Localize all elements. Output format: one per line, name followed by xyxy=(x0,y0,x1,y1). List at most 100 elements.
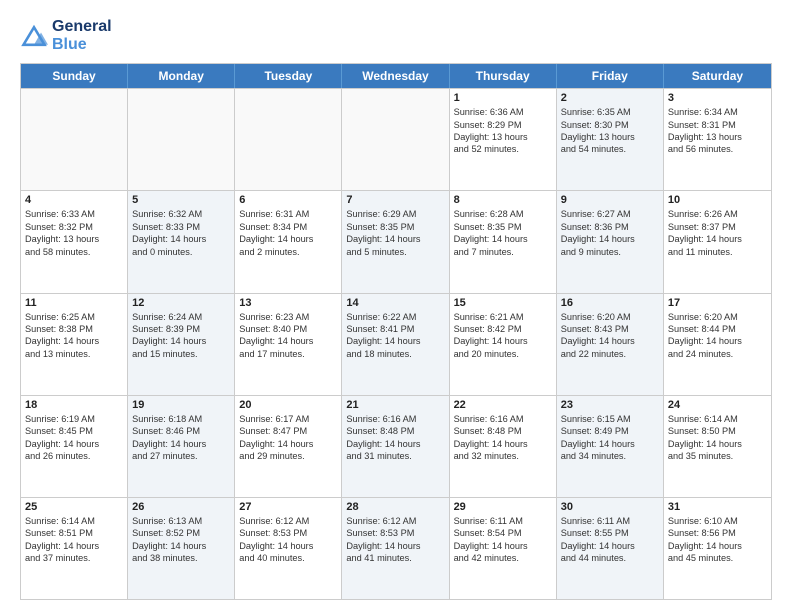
daylight-text-1: Daylight: 13 hours xyxy=(668,131,767,143)
sunrise-text: Sunrise: 6:27 AM xyxy=(561,208,659,220)
daylight-text-2: and 34 minutes. xyxy=(561,450,659,462)
day-number: 2 xyxy=(561,92,659,104)
sunrise-text: Sunrise: 6:24 AM xyxy=(132,311,230,323)
sunset-text: Sunset: 8:37 PM xyxy=(668,221,767,233)
sunrise-text: Sunrise: 6:33 AM xyxy=(25,208,123,220)
sunrise-text: Sunrise: 6:11 AM xyxy=(454,515,552,527)
sunset-text: Sunset: 8:48 PM xyxy=(346,425,444,437)
calendar-cell: 12Sunrise: 6:24 AMSunset: 8:39 PMDayligh… xyxy=(128,294,235,395)
sunset-text: Sunset: 8:41 PM xyxy=(346,323,444,335)
sunrise-text: Sunrise: 6:16 AM xyxy=(346,413,444,425)
calendar-cell xyxy=(235,89,342,190)
calendar-cell xyxy=(128,89,235,190)
sunset-text: Sunset: 8:35 PM xyxy=(346,221,444,233)
day-number: 11 xyxy=(25,297,123,309)
sunset-text: Sunset: 8:46 PM xyxy=(132,425,230,437)
sunset-text: Sunset: 8:49 PM xyxy=(561,425,659,437)
daylight-text-2: and 17 minutes. xyxy=(239,348,337,360)
daylight-text-2: and 45 minutes. xyxy=(668,552,767,564)
sunset-text: Sunset: 8:45 PM xyxy=(25,425,123,437)
sunrise-text: Sunrise: 6:19 AM xyxy=(25,413,123,425)
calendar-cell: 17Sunrise: 6:20 AMSunset: 8:44 PMDayligh… xyxy=(664,294,771,395)
sunset-text: Sunset: 8:29 PM xyxy=(454,119,552,131)
daylight-text-2: and 31 minutes. xyxy=(346,450,444,462)
sunrise-text: Sunrise: 6:20 AM xyxy=(561,311,659,323)
day-number: 25 xyxy=(25,501,123,513)
daylight-text-2: and 40 minutes. xyxy=(239,552,337,564)
daylight-text-1: Daylight: 13 hours xyxy=(561,131,659,143)
sunset-text: Sunset: 8:53 PM xyxy=(239,527,337,539)
calendar-cell: 28Sunrise: 6:12 AMSunset: 8:53 PMDayligh… xyxy=(342,498,449,599)
day-number: 3 xyxy=(668,92,767,104)
daylight-text-1: Daylight: 14 hours xyxy=(132,540,230,552)
daylight-text-2: and 22 minutes. xyxy=(561,348,659,360)
daylight-text-1: Daylight: 14 hours xyxy=(668,233,767,245)
daylight-text-1: Daylight: 14 hours xyxy=(454,335,552,347)
sunrise-text: Sunrise: 6:32 AM xyxy=(132,208,230,220)
daylight-text-2: and 29 minutes. xyxy=(239,450,337,462)
calendar-cell: 9Sunrise: 6:27 AMSunset: 8:36 PMDaylight… xyxy=(557,191,664,292)
daylight-text-1: Daylight: 14 hours xyxy=(668,540,767,552)
calendar-cell: 13Sunrise: 6:23 AMSunset: 8:40 PMDayligh… xyxy=(235,294,342,395)
calendar-cell: 11Sunrise: 6:25 AMSunset: 8:38 PMDayligh… xyxy=(21,294,128,395)
daylight-text-2: and 42 minutes. xyxy=(454,552,552,564)
header-day-tuesday: Tuesday xyxy=(235,64,342,88)
calendar-cell: 27Sunrise: 6:12 AMSunset: 8:53 PMDayligh… xyxy=(235,498,342,599)
sunrise-text: Sunrise: 6:22 AM xyxy=(346,311,444,323)
calendar-cell: 22Sunrise: 6:16 AMSunset: 8:48 PMDayligh… xyxy=(450,396,557,497)
sunset-text: Sunset: 8:31 PM xyxy=(668,119,767,131)
daylight-text-1: Daylight: 14 hours xyxy=(346,438,444,450)
calendar-header: SundayMondayTuesdayWednesdayThursdayFrid… xyxy=(21,64,771,88)
daylight-text-2: and 24 minutes. xyxy=(668,348,767,360)
day-number: 4 xyxy=(25,194,123,206)
day-number: 13 xyxy=(239,297,337,309)
sunrise-text: Sunrise: 6:26 AM xyxy=(668,208,767,220)
sunset-text: Sunset: 8:53 PM xyxy=(346,527,444,539)
calendar-cell: 19Sunrise: 6:18 AMSunset: 8:46 PMDayligh… xyxy=(128,396,235,497)
daylight-text-1: Daylight: 14 hours xyxy=(346,233,444,245)
sunrise-text: Sunrise: 6:14 AM xyxy=(668,413,767,425)
header-day-thursday: Thursday xyxy=(450,64,557,88)
daylight-text-2: and 41 minutes. xyxy=(346,552,444,564)
calendar-cell: 21Sunrise: 6:16 AMSunset: 8:48 PMDayligh… xyxy=(342,396,449,497)
sunset-text: Sunset: 8:48 PM xyxy=(454,425,552,437)
calendar-cell: 31Sunrise: 6:10 AMSunset: 8:56 PMDayligh… xyxy=(664,498,771,599)
calendar-row-1: 1Sunrise: 6:36 AMSunset: 8:29 PMDaylight… xyxy=(21,88,771,190)
calendar-cell: 3 Sunrise: 6:34 AMSunset: 8:31 PMDaylight… xyxy=(664,89,771,190)
sunrise-text: Sunrise: 6:21 AM xyxy=(454,311,552,323)
sunset-text: Sunset: 8:55 PM xyxy=(561,527,659,539)
day-number: 5 xyxy=(132,194,230,206)
daylight-text-1: Daylight: 14 hours xyxy=(561,233,659,245)
day-number: 6 xyxy=(239,194,337,206)
sunrise-text: Sunrise: 6:25 AM xyxy=(25,311,123,323)
day-number: 31 xyxy=(668,501,767,513)
daylight-text-2: and 18 minutes. xyxy=(346,348,444,360)
daylight-text-1: Daylight: 14 hours xyxy=(239,335,337,347)
page: General Blue SundayMondayTuesdayWednesda… xyxy=(0,0,792,612)
day-number: 28 xyxy=(346,501,444,513)
day-number: 16 xyxy=(561,297,659,309)
sunset-text: Sunset: 8:47 PM xyxy=(239,425,337,437)
calendar-cell xyxy=(342,89,449,190)
daylight-text-2: and 38 minutes. xyxy=(132,552,230,564)
sunrise-text: Sunrise: 6:31 AM xyxy=(239,208,337,220)
calendar-cell: 20Sunrise: 6:17 AMSunset: 8:47 PMDayligh… xyxy=(235,396,342,497)
day-number: 14 xyxy=(346,297,444,309)
daylight-text-1: Daylight: 14 hours xyxy=(561,438,659,450)
sunset-text: Sunset: 8:42 PM xyxy=(454,323,552,335)
daylight-text-1: Daylight: 13 hours xyxy=(454,131,552,143)
header-day-wednesday: Wednesday xyxy=(342,64,449,88)
daylight-text-1: Daylight: 14 hours xyxy=(132,335,230,347)
daylight-text-2: and 0 minutes. xyxy=(132,246,230,258)
sunset-text: Sunset: 8:38 PM xyxy=(25,323,123,335)
sunset-text: Sunset: 8:43 PM xyxy=(561,323,659,335)
sunset-text: Sunset: 8:52 PM xyxy=(132,527,230,539)
daylight-text-1: Daylight: 13 hours xyxy=(25,233,123,245)
daylight-text-2: and 20 minutes. xyxy=(454,348,552,360)
daylight-text-2: and 13 minutes. xyxy=(25,348,123,360)
daylight-text-2: and 5 minutes. xyxy=(346,246,444,258)
sunset-text: Sunset: 8:35 PM xyxy=(454,221,552,233)
daylight-text-1: Daylight: 14 hours xyxy=(668,438,767,450)
day-number: 30 xyxy=(561,501,659,513)
sunrise-text: Sunrise: 6:34 AM xyxy=(668,106,767,118)
